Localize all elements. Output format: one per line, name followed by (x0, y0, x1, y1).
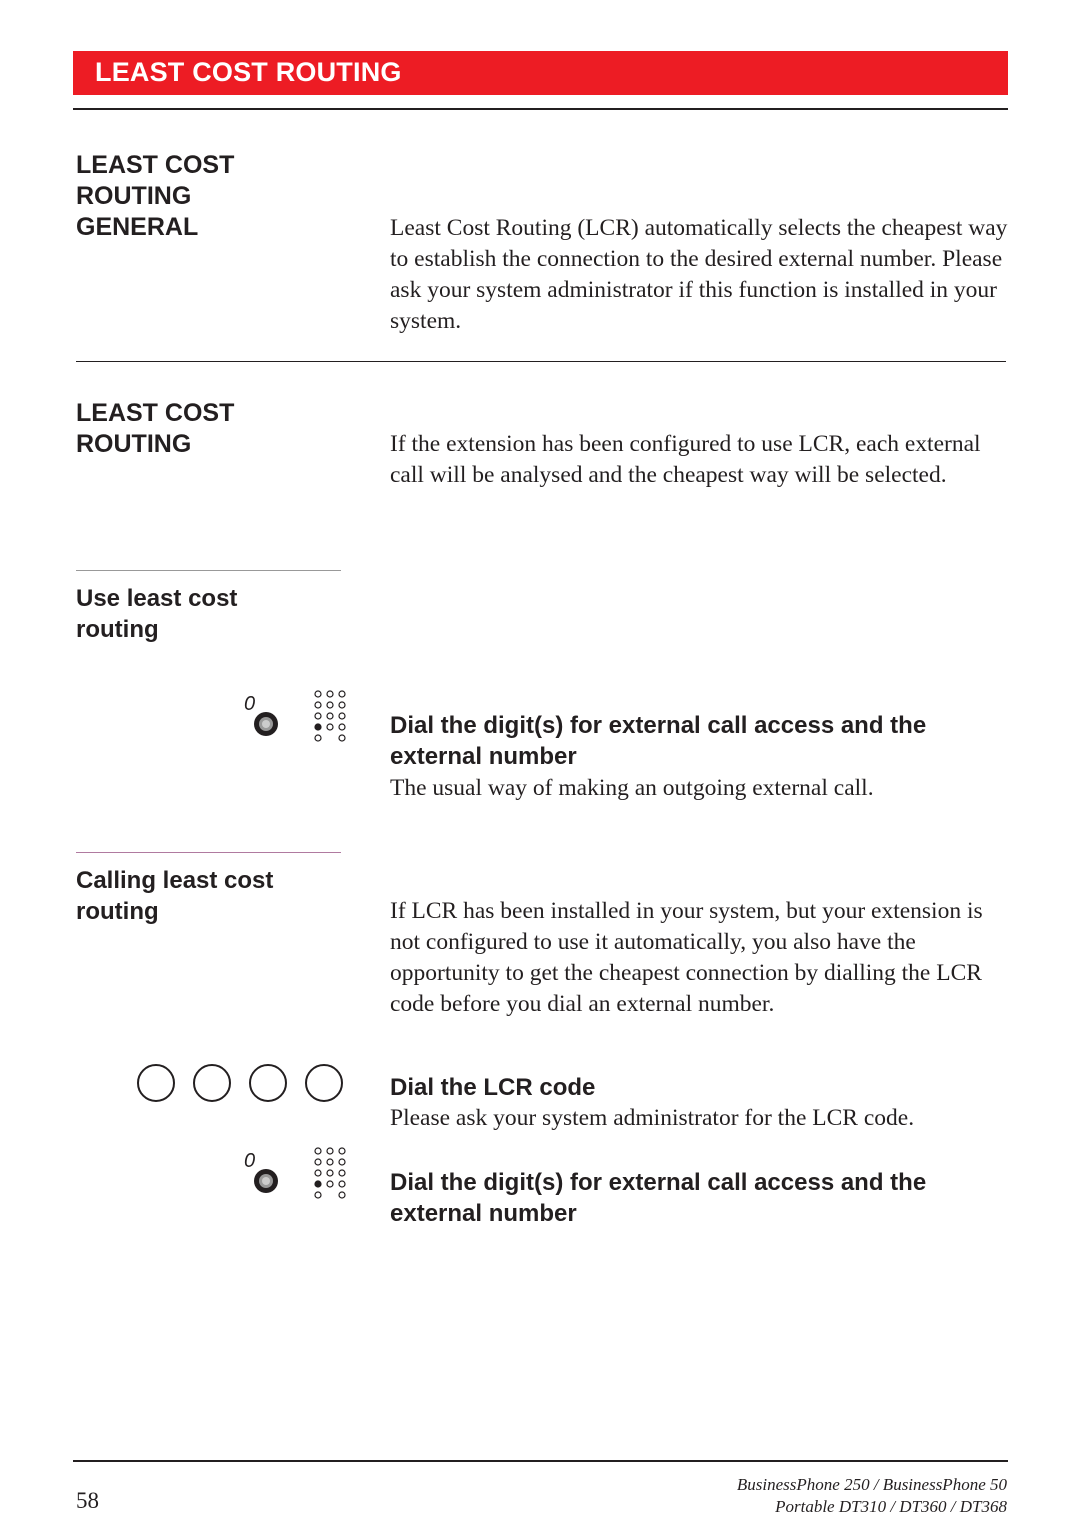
keypad-key (326, 1180, 334, 1188)
heading-line: routing (76, 616, 159, 643)
heading-line: ROUTING (76, 182, 192, 210)
keypad-key (338, 723, 346, 731)
keypad-key (314, 1147, 322, 1155)
heading-line: Use least cost (76, 585, 238, 612)
calling-step2-title: Dial the digit(s) for external call acce… (390, 1169, 927, 1227)
keypad-key (338, 701, 346, 709)
keypad-key (326, 1169, 334, 1177)
keypad-key (326, 712, 334, 720)
keypad-key (338, 712, 346, 720)
footer-divider (73, 1460, 1008, 1462)
keypad-key (314, 712, 322, 720)
keypad-key (338, 1169, 346, 1177)
heading-line: GENERAL (76, 213, 199, 241)
use-step-text: The usual way of making an outgoing exte… (390, 775, 874, 801)
calling-step1-text: Please ask your system administrator for… (390, 1105, 915, 1131)
keypad-icon (314, 1147, 346, 1199)
page-header-banner: LEAST COST ROUTING (73, 51, 1008, 95)
heading-line: LEAST COST (76, 399, 235, 427)
section-divider (76, 361, 1006, 362)
keypad-key (326, 723, 334, 731)
heading-line: routing (76, 898, 159, 925)
keypad-key (338, 1180, 346, 1188)
product-line: BusinessPhone 250 / BusinessPhone 50 (736, 1475, 1007, 1494)
keypad-key (326, 1147, 334, 1155)
heading-line: Calling least cost (76, 867, 274, 894)
subsection-divider (76, 570, 341, 571)
section-text-general: Least Cost Routing (LCR) automatically s… (390, 215, 1008, 334)
keypad-key (338, 690, 346, 698)
lcr-code-digit-icon (305, 1064, 343, 1102)
page-header-title: LEAST COST ROUTING (95, 57, 402, 87)
calling-step1-title: Dial the LCR code (390, 1074, 596, 1101)
page-number: 58 (76, 1488, 99, 1513)
subsection-divider (76, 852, 341, 853)
key-zero-icon (254, 1169, 278, 1193)
keypad-key (314, 1158, 322, 1166)
keypad-key (314, 723, 322, 731)
keypad-key (338, 1191, 346, 1199)
keypad-key (314, 734, 322, 742)
keypad-key (326, 690, 334, 698)
lcr-code-digit-icon (249, 1064, 287, 1102)
keypad-key (314, 690, 322, 698)
section-text-lcr: If the extension has been configured to … (390, 431, 981, 488)
use-step-title: Dial the digit(s) for external call acce… (390, 712, 927, 770)
keypad-key (314, 1180, 322, 1188)
subsection-heading-calling: Calling least cost routing (76, 865, 356, 927)
keypad-key (314, 1169, 322, 1177)
calling-text: If LCR has been installed in your system… (390, 898, 983, 1017)
product-line: Portable DT310 / DT360 / DT368 (775, 1497, 1007, 1516)
product-name: BusinessPhone 250 / BusinessPhone 50 Por… (607, 1474, 1007, 1518)
keypad-key (338, 734, 346, 742)
keypad-key (314, 1191, 322, 1199)
section-heading-lcr: LEAST COST ROUTING (76, 398, 356, 460)
subsection-heading-use: Use least cost routing (76, 583, 356, 645)
keypad-key (326, 701, 334, 709)
keypad-key (338, 1147, 346, 1155)
keypad-key (338, 1158, 346, 1166)
lcr-code-digit-icon (193, 1064, 231, 1102)
keypad-key (314, 701, 322, 709)
lcr-code-digit-icon (137, 1064, 175, 1102)
section-heading-general: LEAST COST ROUTING GENERAL (76, 150, 356, 243)
heading-line: LEAST COST (76, 151, 235, 179)
header-divider (73, 108, 1008, 110)
keypad-icon (314, 690, 346, 742)
key-zero-icon (254, 712, 278, 736)
keypad-key (326, 1158, 334, 1166)
heading-line: ROUTING (76, 430, 192, 458)
